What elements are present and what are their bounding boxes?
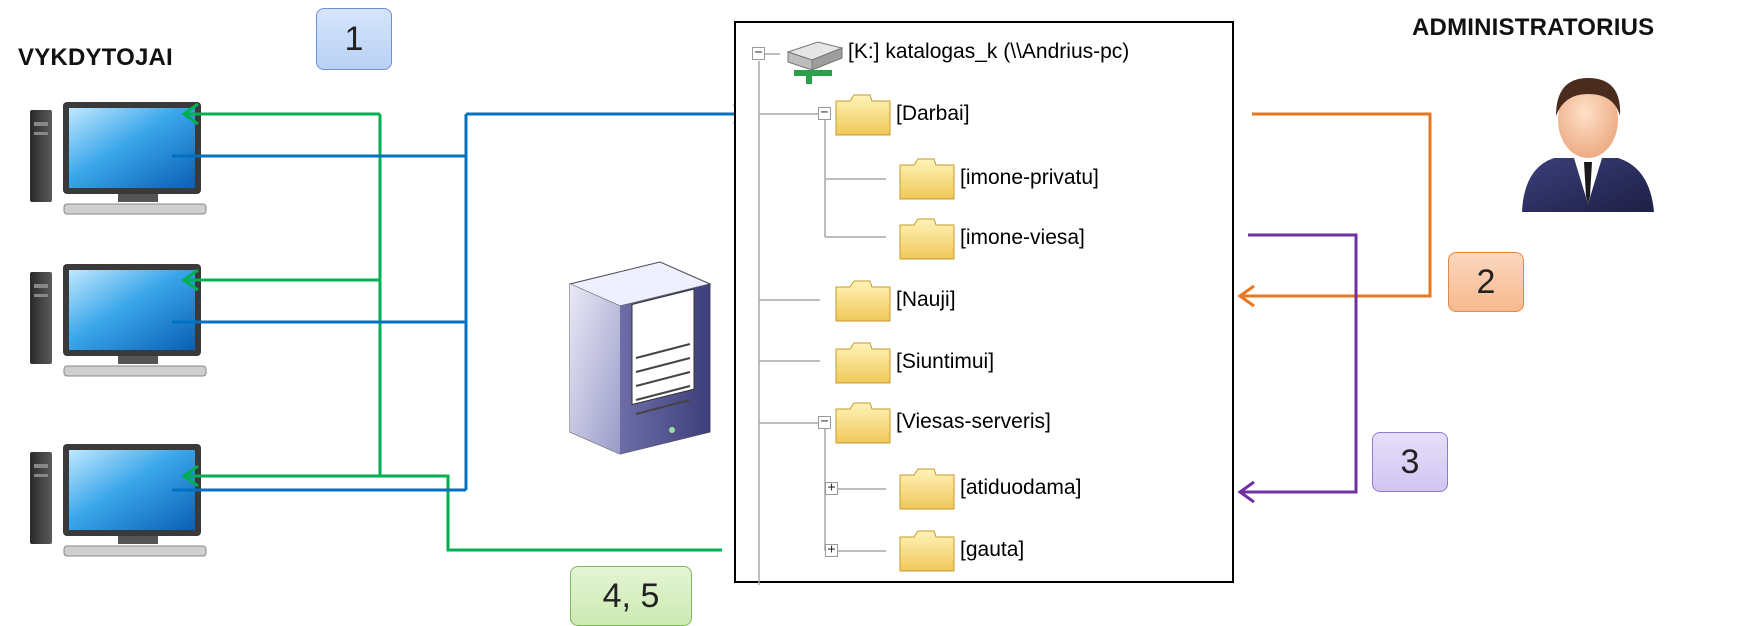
step-badge-2: 2 bbox=[1448, 252, 1524, 312]
computer-icon bbox=[30, 444, 207, 557]
tree-item-viesas-serveris[interactable]: [Viesas-serveris] bbox=[896, 410, 1051, 434]
step-badge-3: 3 bbox=[1372, 432, 1448, 492]
tree-item-gauta[interactable]: [gauta] bbox=[960, 538, 1024, 562]
tree-lines bbox=[758, 41, 955, 585]
computer-icon bbox=[30, 102, 207, 215]
computer-icon bbox=[30, 264, 207, 377]
server-icon bbox=[568, 261, 712, 455]
collapse-toggle-darbai[interactable]: − bbox=[818, 106, 831, 120]
tree-item-imone-privatu[interactable]: [imone-privatu] bbox=[960, 166, 1099, 190]
folder-icon bbox=[835, 280, 891, 322]
folder-tree: − − − + + [K:] katalogas_k (\\Andrius-pc… bbox=[734, 21, 1234, 585]
collapse-toggle-root[interactable]: − bbox=[752, 46, 765, 60]
tree-item-root[interactable]: [K:] katalogas_k (\\Andrius-pc) bbox=[848, 40, 1129, 64]
network-drive-icon bbox=[786, 41, 844, 84]
tree-item-siuntimui[interactable]: [Siuntimui] bbox=[896, 350, 994, 374]
step-badge-4-5: 4, 5 bbox=[570, 566, 692, 626]
folder-icon bbox=[835, 342, 891, 384]
folder-icon bbox=[835, 402, 891, 444]
administrator-icon bbox=[1522, 78, 1654, 212]
folder-icon bbox=[899, 530, 955, 572]
expand-toggle-atiduodama[interactable]: + bbox=[825, 481, 838, 495]
step-badge-1: 1 bbox=[316, 8, 392, 70]
folder-icon bbox=[899, 468, 955, 510]
collapse-toggle-viesas-serveris[interactable]: − bbox=[818, 415, 831, 429]
folder-icon bbox=[835, 94, 891, 136]
tree-item-darbai[interactable]: [Darbai] bbox=[896, 102, 970, 126]
tree-item-nauji[interactable]: [Nauji] bbox=[896, 288, 956, 312]
tree-item-atiduodama[interactable]: [atiduodama] bbox=[960, 476, 1081, 500]
folder-icon bbox=[899, 218, 955, 260]
orange-connection bbox=[1237, 112, 1432, 308]
folder-icon bbox=[899, 158, 955, 200]
tree-item-imone-viesa[interactable]: [imone-viesa] bbox=[960, 226, 1085, 250]
expand-toggle-gauta[interactable]: + bbox=[825, 543, 838, 557]
purple-connection bbox=[1237, 233, 1358, 504]
